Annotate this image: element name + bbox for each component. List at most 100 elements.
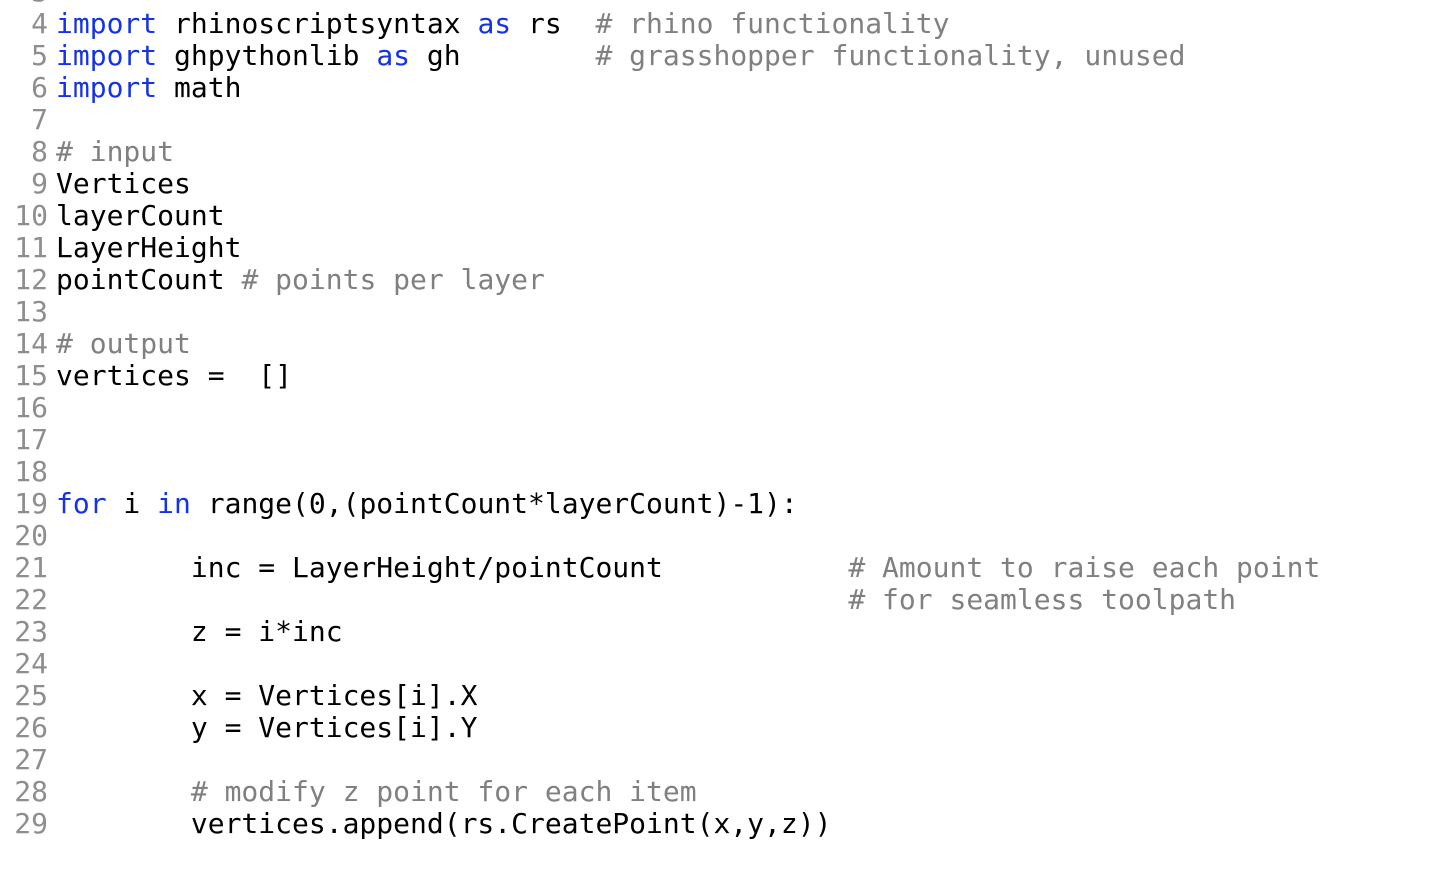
code-text[interactable]: LayerHeight xyxy=(56,232,241,264)
comment-token: # grasshopper functionality, unused xyxy=(595,39,1186,72)
code-line[interactable]: 10 layerCount xyxy=(0,200,1436,232)
code-line[interactable]: 27 xyxy=(0,744,1436,776)
line-number: 24 xyxy=(14,647,48,680)
code-token: layerCount xyxy=(56,199,225,232)
line-number: 7 xyxy=(31,103,48,136)
code-text[interactable]: # for seamless toolpath xyxy=(56,584,1236,616)
code-text[interactable]: # input xyxy=(56,136,174,168)
code-token: Vertices xyxy=(56,167,191,200)
code-text[interactable]: import math xyxy=(56,72,241,104)
code-token: rs xyxy=(511,7,596,40)
comment-token: # points per layer xyxy=(241,263,545,296)
line-number: 25 xyxy=(14,679,48,712)
code-line[interactable]: 25 x = Vertices[i].X xyxy=(0,680,1436,712)
keyword-token: in xyxy=(157,487,191,520)
code-line[interactable]: 16 xyxy=(0,392,1436,424)
line-number: 12 xyxy=(14,263,48,296)
code-text[interactable]: inc = LayerHeight/pointCount # Amount to… xyxy=(56,552,1320,584)
line-number: 14 xyxy=(14,327,48,360)
code-text[interactable]: pointCount # points per layer xyxy=(56,264,545,296)
code-text[interactable]: Vertices xyxy=(56,168,191,200)
line-number: 22 xyxy=(14,583,48,616)
keyword-token: import xyxy=(56,7,158,40)
code-line[interactable]: 20 xyxy=(0,520,1436,552)
line-number: 23 xyxy=(14,615,48,648)
code-token: inc = LayerHeight/pointCount xyxy=(56,551,849,584)
code-text[interactable]: x = Vertices[i].X xyxy=(56,679,478,712)
line-number: 9 xyxy=(31,167,48,200)
code-token: vertices.append(rs.CreatePoint(x,y,z)) xyxy=(56,807,832,840)
code-line[interactable]: 4 import rhinoscriptsyntax as rs # rhino … xyxy=(0,8,1436,40)
comment-token: # rhino functionality xyxy=(595,7,950,40)
code-line[interactable]: 9 Vertices xyxy=(0,168,1436,200)
code-line[interactable]: 24 xyxy=(0,648,1436,680)
line-number: 20 xyxy=(14,519,48,552)
code-text[interactable]: vertices = [] xyxy=(56,360,292,392)
code-text[interactable]: z = i*inc xyxy=(56,616,343,648)
comment-token: # modify z point for each item xyxy=(190,775,697,808)
code-text[interactable]: # modify z point for each item xyxy=(56,776,697,808)
code-line[interactable]: 6 import math xyxy=(0,72,1436,104)
code-token: pointCount xyxy=(56,263,242,296)
line-number: 19 xyxy=(14,487,48,520)
keyword-token: import xyxy=(56,39,158,72)
code-editor[interactable]: 34import rhinoscriptsyntax as rs # rhino… xyxy=(0,0,1436,840)
code-line[interactable]: 21 inc = LayerHeight/pointCount # Amount… xyxy=(0,552,1436,584)
code-text[interactable]: layerCount xyxy=(56,200,225,232)
code-token: ghpythonlib xyxy=(157,39,377,72)
code-line[interactable]: 15 vertices = [] xyxy=(0,360,1436,392)
code-text[interactable]: import rhinoscriptsyntax as rs # rhino f… xyxy=(56,8,949,40)
code-text[interactable]: import ghpythonlib as gh # grasshopper f… xyxy=(56,40,1185,72)
line-number: 16 xyxy=(14,391,48,424)
line-number: 11 xyxy=(14,231,48,264)
code-line[interactable]: 29 vertices.append(rs.CreatePoint(x,y,z)… xyxy=(0,808,1436,840)
code-line[interactable]: 18 xyxy=(0,456,1436,488)
code-line[interactable]: 19 for i in range(0,(pointCount*layerCoun… xyxy=(0,488,1436,520)
line-number: 13 xyxy=(14,295,48,328)
code-text[interactable]: vertices.append(rs.CreatePoint(x,y,z)) xyxy=(56,807,832,840)
code-line[interactable]: 26 y = Vertices[i].Y xyxy=(0,712,1436,744)
line-number: 6 xyxy=(31,71,48,104)
keyword-token: for xyxy=(56,487,107,520)
code-text[interactable]: # output xyxy=(56,328,191,360)
code-token: rhinoscriptsyntax xyxy=(157,7,478,40)
line-number: 15 xyxy=(14,359,48,392)
keyword-token: as xyxy=(477,7,512,40)
code-line[interactable]: 5 import ghpythonlib as gh # grasshopper … xyxy=(0,40,1436,72)
code-token: z = i*inc xyxy=(56,615,343,648)
code-line[interactable]: 12 pointCount # points per layer xyxy=(0,264,1436,296)
line-number: 4 xyxy=(31,7,48,40)
code-line[interactable]: 8 # input xyxy=(0,136,1436,168)
keyword-token: import xyxy=(56,71,158,104)
comment-token: # Amount to raise each point xyxy=(848,551,1321,584)
line-number: 21 xyxy=(14,551,48,584)
code-token: math xyxy=(157,71,242,104)
code-line[interactable]: 11 LayerHeight xyxy=(0,232,1436,264)
keyword-token: as xyxy=(376,39,411,72)
code-text[interactable]: for i in range(0,(pointCount*layerCount)… xyxy=(56,488,798,520)
code-token: LayerHeight xyxy=(56,231,242,264)
code-token: i xyxy=(106,487,158,520)
code-line[interactable]: 22 # for seamless toolpath xyxy=(0,584,1436,616)
code-text[interactable]: y = Vertices[i].Y xyxy=(56,711,478,744)
line-number: 27 xyxy=(14,743,48,776)
line-number: 5 xyxy=(31,39,48,72)
code-line[interactable]: 7 xyxy=(0,104,1436,136)
comment-token: # input xyxy=(56,135,175,168)
code-token: gh xyxy=(410,39,596,72)
line-number: 18 xyxy=(14,455,48,488)
line-number: 8 xyxy=(31,135,48,168)
code-token: x = Vertices[i].X xyxy=(56,679,478,712)
code-line[interactable]: 17 xyxy=(0,424,1436,456)
code-line[interactable]: 23 z = i*inc xyxy=(0,616,1436,648)
code-line[interactable]: 13 xyxy=(0,296,1436,328)
line-number: 28 xyxy=(14,775,48,808)
line-number: 26 xyxy=(14,711,48,744)
code-token: y = Vertices[i].Y xyxy=(56,711,478,744)
code-line[interactable]: 28 # modify z point for each item xyxy=(0,776,1436,808)
code-token: vertices = [] xyxy=(56,359,293,392)
line-number: 17 xyxy=(14,423,48,456)
code-line[interactable]: 14 # output xyxy=(0,328,1436,360)
